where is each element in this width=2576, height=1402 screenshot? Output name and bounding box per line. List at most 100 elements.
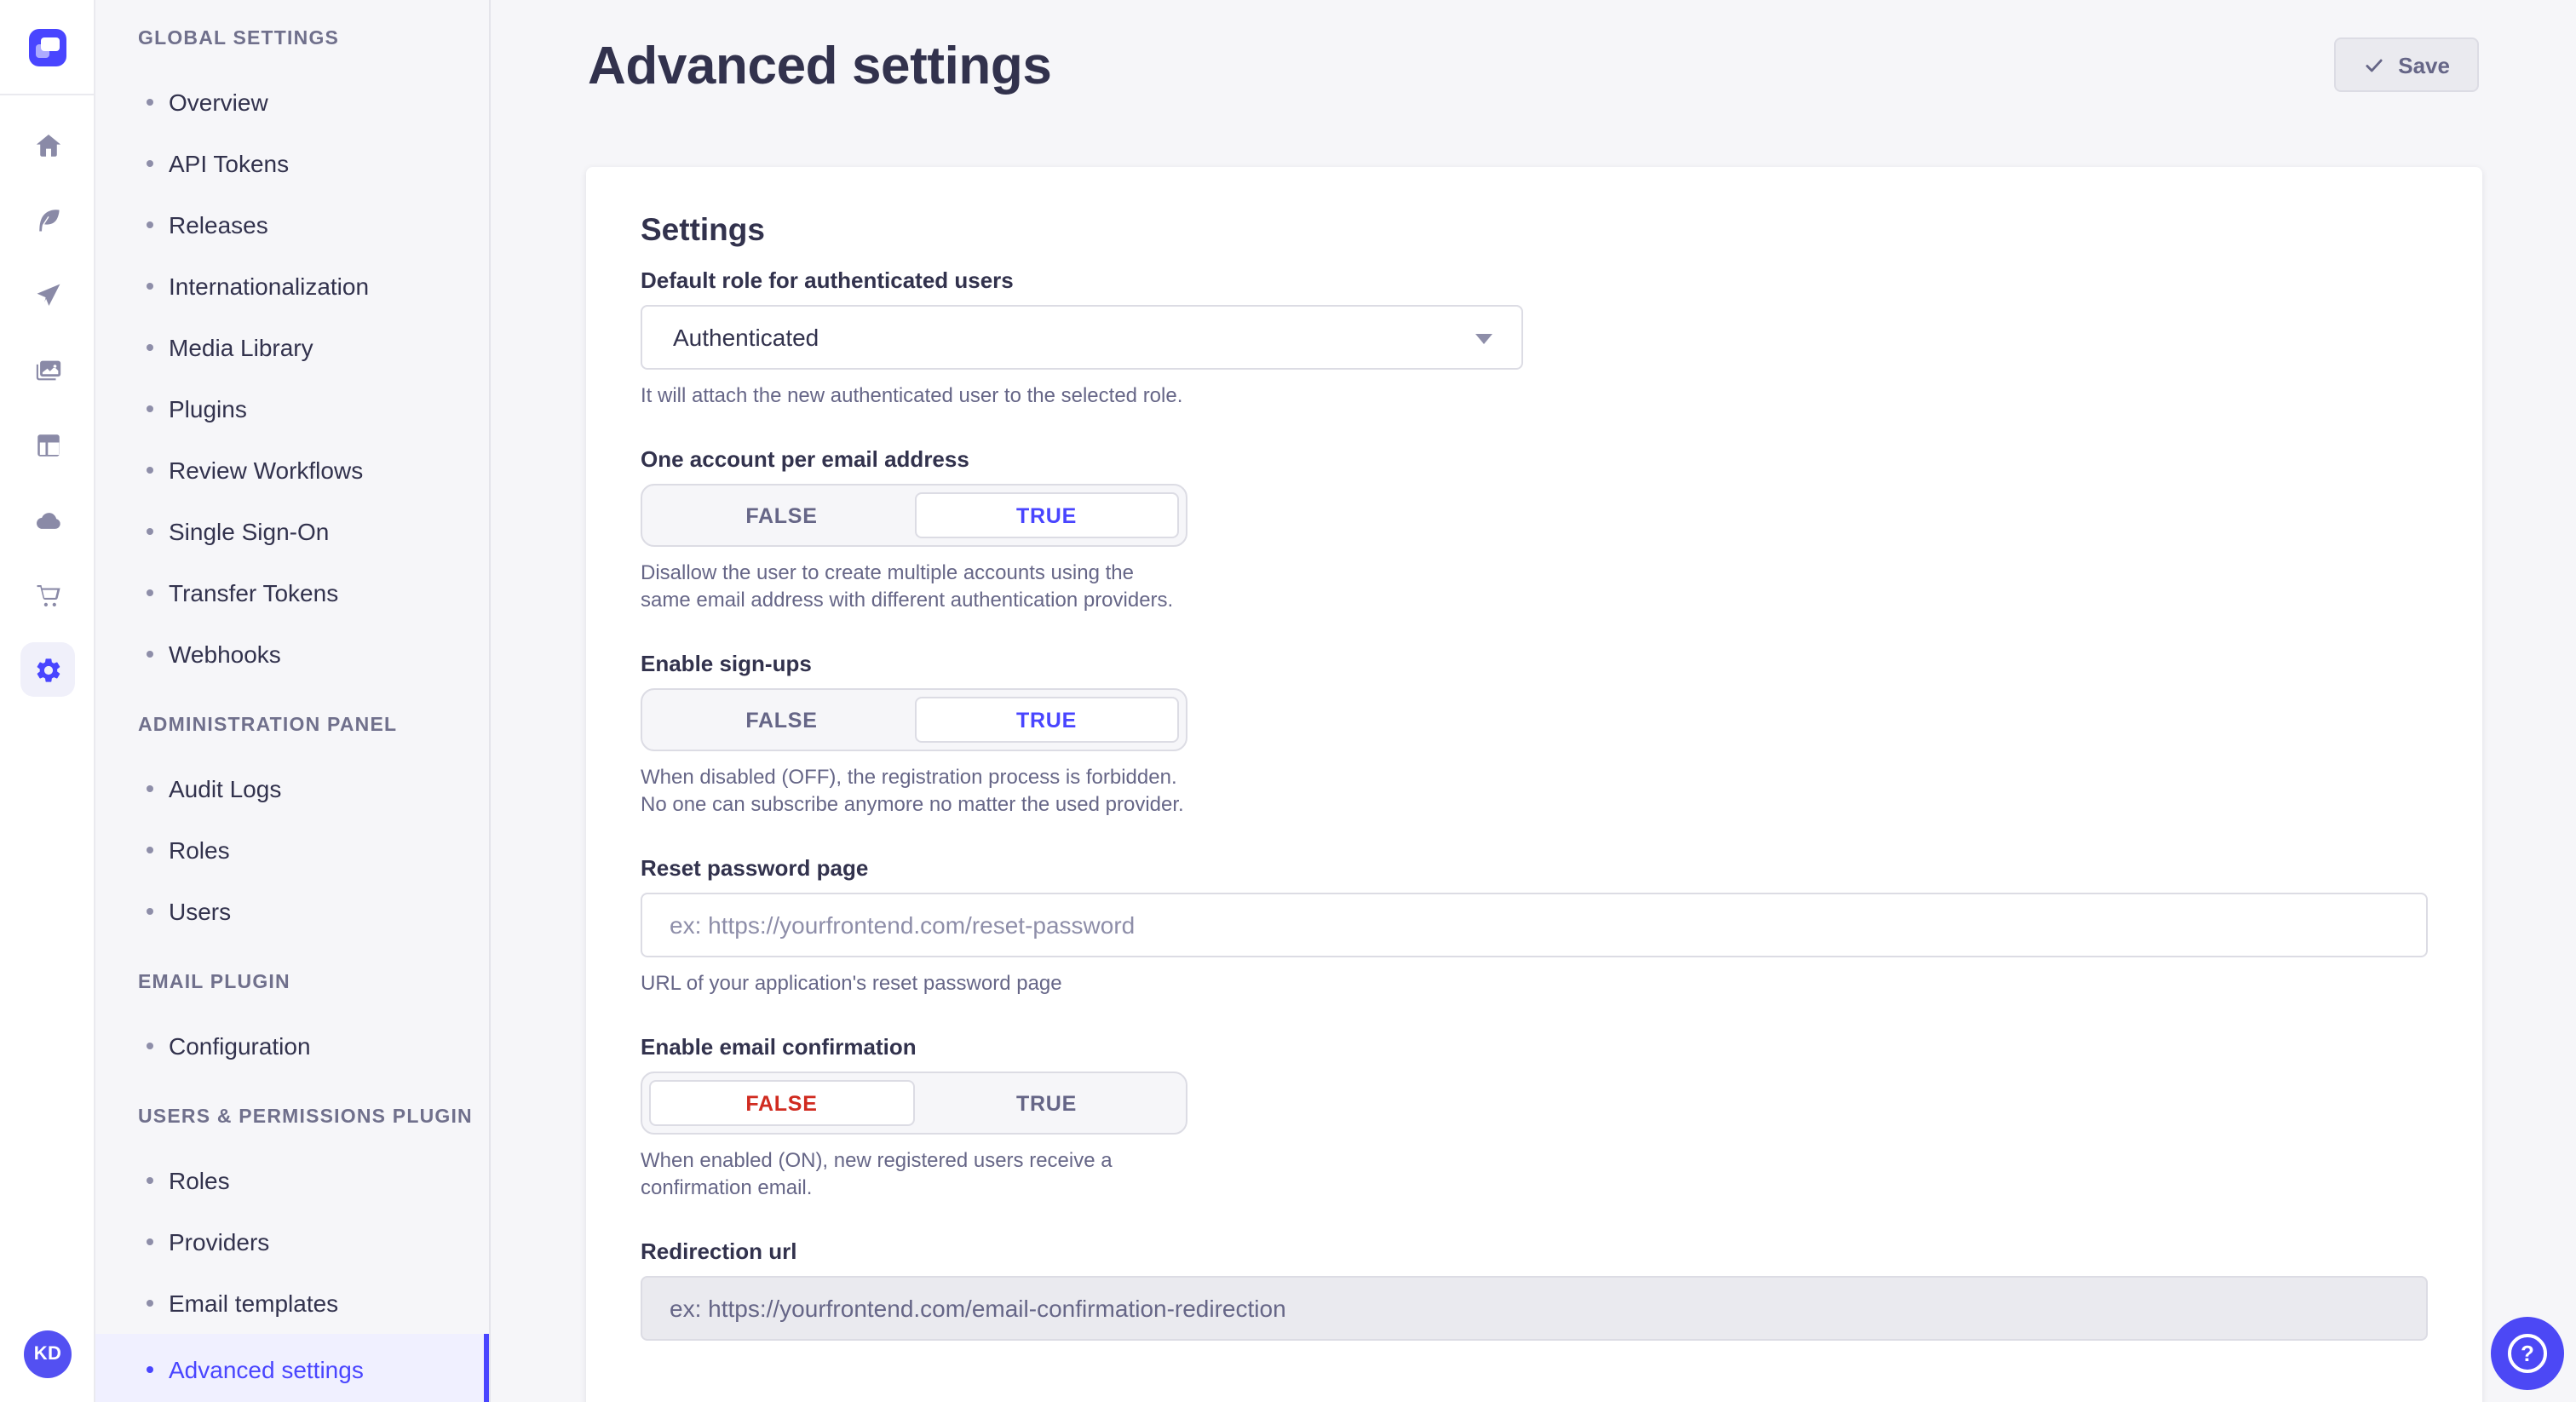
sidebar-item-email-templates[interactable]: Email templates [95,1273,489,1334]
field-label-email-confirmation: Enable email confirmation [641,1034,2429,1061]
layout-columns-icon[interactable] [14,411,82,479]
sidebar-item-api-tokens[interactable]: API Tokens [95,133,489,194]
field-label-enable-signups: Enable sign-ups [641,651,2429,678]
sidebar-item-label: Users [169,898,231,925]
sidebar-item-plugins[interactable]: Plugins [95,378,489,440]
field-hint-email-confirmation: When enabled (ON), new registered users … [641,1146,1189,1201]
sidebar-item-label: Email templates [169,1290,338,1317]
icon-rail: KD [0,0,95,1402]
sidebar-item-review-workflows[interactable]: Review Workflows [95,440,489,501]
bullet-dot [147,283,153,290]
sidebar-item-up-roles[interactable]: Roles [95,1150,489,1211]
sidebar-item-label: Transfer Tokens [169,579,338,606]
sidebar-item-label: Media Library [169,334,313,361]
one-account-true-option[interactable]: TRUE [914,492,1179,538]
bullet-dot [147,1177,153,1184]
default-role-select-value: Authenticated [673,324,819,351]
sidebar-item-releases[interactable]: Releases [95,194,489,256]
field-hint-enable-signups: When disabled (OFF), the registration pr… [641,763,1189,818]
send-plane-icon[interactable] [14,261,82,329]
help-button[interactable]: ? [2491,1317,2564,1390]
main-content: Advanced settings Save Settings Default … [492,0,2576,1402]
gear-icon[interactable] [20,642,75,697]
sidebar-item-label: Audit Logs [169,775,281,802]
bullet-dot [147,467,153,474]
check-icon [2362,54,2384,76]
sidebar-item-users[interactable]: Users [95,881,489,942]
save-button[interactable]: Save [2333,37,2479,92]
logo-cell [0,0,94,95]
home-icon[interactable] [14,111,82,179]
app-window: KD GLOBAL SETTINGS Overview API Tokens R… [0,0,2576,1402]
sidebar-section-global-settings: GLOBAL SETTINGS [95,24,489,55]
sidebar-item-label: Plugins [169,395,247,422]
sidebar-item-admin-roles[interactable]: Roles [95,819,489,881]
reset-password-input[interactable] [641,893,2428,957]
enable-signups-toggle: FALSE TRUE [641,688,1187,751]
email-confirmation-false-option[interactable]: FALSE [649,1080,914,1126]
bullet-dot [147,589,153,596]
sidebar-item-transfer-tokens[interactable]: Transfer Tokens [95,562,489,623]
sidebar-item-label: Webhooks [169,641,281,668]
sidebar-item-internationalization[interactable]: Internationalization [95,256,489,317]
sidebar-item-label: Review Workflows [169,457,363,484]
sidebar-item-label: Releases [169,211,268,238]
sidebar-item-label: Internationalization [169,273,369,300]
sidebar-item-webhooks[interactable]: Webhooks [95,623,489,685]
field-label-redirection-url: Redirection url [641,1238,2429,1266]
bullet-dot [147,847,153,853]
question-mark-icon: ? [2508,1334,2547,1373]
bullet-dot [147,528,153,535]
one-account-toggle: FALSE TRUE [641,484,1187,547]
field-label-reset-password: Reset password page [641,855,2429,882]
bullet-dot [147,221,153,228]
page-title: Advanced settings [588,36,1051,97]
sidebar-item-label: Configuration [169,1032,311,1060]
one-account-false-option[interactable]: FALSE [649,492,914,538]
default-role-select[interactable]: Authenticated [641,305,1523,370]
sidebar-item-configuration[interactable]: Configuration [95,1015,489,1077]
bullet-dot [147,908,153,915]
email-confirmation-true-option[interactable]: TRUE [914,1080,1179,1126]
media-images-icon[interactable] [14,336,82,404]
avatar[interactable]: KD [24,1330,72,1378]
sidebar-section-email-plugin: EMAIL PLUGIN [95,968,489,998]
sidebar-item-media-library[interactable]: Media Library [95,317,489,378]
bullet-dot [147,99,153,106]
cart-icon[interactable] [14,560,82,629]
sidebar-item-label: Providers [169,1228,269,1255]
bullet-dot [147,785,153,792]
field-label-default-role: Default role for authenticated users [641,267,2429,295]
field-hint-default-role: It will attach the new authenticated use… [641,382,2429,409]
strapi-logo[interactable] [28,28,66,66]
bullet-dot [147,344,153,351]
bullet-dot [147,405,153,412]
bullet-dot [147,1365,153,1372]
field-label-one-account: One account per email address [641,446,2429,474]
settings-sidebar: GLOBAL SETTINGS Overview API Tokens Rele… [95,0,491,1402]
chevron-down-icon [1475,334,1492,344]
bullet-dot [147,1300,153,1307]
logo-shape [35,43,49,57]
sidebar-item-label: Roles [169,836,230,864]
sidebar-item-advanced-settings[interactable]: Advanced settings [95,1334,489,1402]
enable-signups-true-option[interactable]: TRUE [914,697,1179,743]
sidebar-item-providers[interactable]: Providers [95,1211,489,1273]
sidebar-item-label: Roles [169,1167,230,1194]
bullet-dot [147,1238,153,1245]
cloud-icon[interactable] [14,486,82,554]
sidebar-item-label: Advanced settings [169,1355,364,1382]
content-feather-icon[interactable] [14,186,82,254]
sidebar-item-audit-logs[interactable]: Audit Logs [95,758,489,819]
save-button-label: Save [2398,52,2450,78]
settings-section-title: Settings [641,211,2429,249]
enable-signups-false-option[interactable]: FALSE [649,697,914,743]
sidebar-item-single-sign-on[interactable]: Single Sign-On [95,501,489,562]
bullet-dot [147,651,153,658]
sidebar-section-administration-panel: ADMINISTRATION PANEL [95,710,489,741]
sidebar-section-users-permissions-plugin: USERS & PERMISSIONS PLUGIN [95,1102,489,1133]
sidebar-item-label: Overview [169,89,268,116]
sidebar-item-overview[interactable]: Overview [95,72,489,133]
sidebar-item-label: API Tokens [169,150,289,177]
settings-card: Settings Default role for authenticated … [586,167,2482,1402]
